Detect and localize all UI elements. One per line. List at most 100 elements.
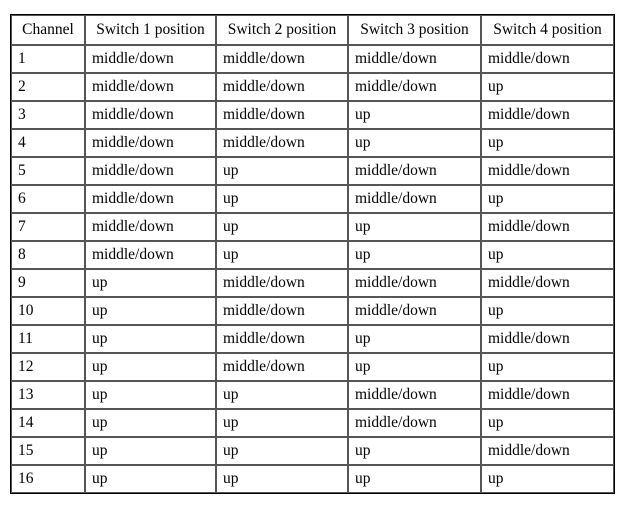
table-row: 10 up middle/down middle/down up [11, 297, 614, 325]
cell-switch-3: middle/down [348, 409, 481, 437]
cell-channel: 8 [11, 241, 85, 269]
column-header-switch-2: Switch 2 position [216, 15, 348, 45]
table-row: 13 up up middle/down middle/down [11, 381, 614, 409]
cell-switch-1: up [85, 297, 216, 325]
cell-switch-2: up [216, 241, 348, 269]
cell-switch-3: up [348, 325, 481, 353]
cell-switch-3: middle/down [348, 269, 481, 297]
cell-switch-4: middle/down [481, 437, 614, 465]
cell-switch-4: up [481, 465, 614, 493]
cell-channel: 10 [11, 297, 85, 325]
cell-switch-1: middle/down [85, 213, 216, 241]
cell-channel: 4 [11, 129, 85, 157]
cell-switch-2: middle/down [216, 297, 348, 325]
table-body: 1 middle/down middle/down middle/down mi… [11, 45, 614, 493]
table-row: 15 up up up middle/down [11, 437, 614, 465]
table-row: 11 up middle/down up middle/down [11, 325, 614, 353]
cell-channel: 15 [11, 437, 85, 465]
cell-switch-4: up [481, 353, 614, 381]
cell-switch-1: middle/down [85, 157, 216, 185]
cell-switch-4: up [481, 409, 614, 437]
cell-switch-4: up [481, 129, 614, 157]
cell-switch-2: up [216, 409, 348, 437]
cell-channel: 2 [11, 73, 85, 101]
table-row: 6 middle/down up middle/down up [11, 185, 614, 213]
cell-switch-1: middle/down [85, 241, 216, 269]
cell-switch-1: up [85, 325, 216, 353]
cell-switch-4: up [481, 185, 614, 213]
cell-switch-1: middle/down [85, 101, 216, 129]
cell-switch-3: up [348, 213, 481, 241]
cell-switch-1: middle/down [85, 73, 216, 101]
cell-switch-2: up [216, 157, 348, 185]
table-row: 3 middle/down middle/down up middle/down [11, 101, 614, 129]
cell-switch-1: middle/down [85, 45, 216, 73]
column-header-channel: Channel [11, 15, 85, 45]
cell-switch-3: middle/down [348, 185, 481, 213]
switch-position-table: Channel Switch 1 position Switch 2 posit… [10, 14, 615, 494]
cell-switch-3: middle/down [348, 381, 481, 409]
cell-channel: 1 [11, 45, 85, 73]
cell-switch-4: up [481, 73, 614, 101]
cell-switch-4: middle/down [481, 325, 614, 353]
cell-switch-2: middle/down [216, 325, 348, 353]
cell-switch-4: middle/down [481, 101, 614, 129]
table-row: 2 middle/down middle/down middle/down up [11, 73, 614, 101]
cell-switch-1: up [85, 269, 216, 297]
cell-channel: 12 [11, 353, 85, 381]
cell-channel: 16 [11, 465, 85, 493]
cell-switch-4: middle/down [481, 381, 614, 409]
cell-switch-3: up [348, 465, 481, 493]
cell-channel: 7 [11, 213, 85, 241]
cell-switch-1: up [85, 465, 216, 493]
cell-switch-2: middle/down [216, 353, 348, 381]
cell-switch-3: middle/down [348, 73, 481, 101]
table-row: 16 up up up up [11, 465, 614, 493]
cell-channel: 14 [11, 409, 85, 437]
cell-channel: 3 [11, 101, 85, 129]
switch-table-container: Channel Switch 1 position Switch 2 posit… [10, 14, 615, 494]
cell-switch-4: middle/down [481, 213, 614, 241]
table-row: 1 middle/down middle/down middle/down mi… [11, 45, 614, 73]
table-row: 14 up up middle/down up [11, 409, 614, 437]
table-header-row: Channel Switch 1 position Switch 2 posit… [11, 15, 614, 45]
cell-switch-4: middle/down [481, 45, 614, 73]
cell-switch-1: up [85, 437, 216, 465]
cell-switch-3: up [348, 129, 481, 157]
cell-switch-1: up [85, 353, 216, 381]
cell-switch-3: middle/down [348, 157, 481, 185]
cell-switch-4: up [481, 297, 614, 325]
cell-switch-2: middle/down [216, 129, 348, 157]
column-header-switch-1: Switch 1 position [85, 15, 216, 45]
table-row: 12 up middle/down up up [11, 353, 614, 381]
table-row: 7 middle/down up up middle/down [11, 213, 614, 241]
table-header: Channel Switch 1 position Switch 2 posit… [11, 15, 614, 45]
cell-switch-3: up [348, 101, 481, 129]
cell-channel: 5 [11, 157, 85, 185]
cell-channel: 9 [11, 269, 85, 297]
cell-switch-3: up [348, 353, 481, 381]
cell-channel: 11 [11, 325, 85, 353]
cell-switch-2: middle/down [216, 45, 348, 73]
cell-switch-3: middle/down [348, 297, 481, 325]
cell-switch-2: middle/down [216, 73, 348, 101]
cell-switch-2: up [216, 437, 348, 465]
table-row: 8 middle/down up up up [11, 241, 614, 269]
cell-switch-2: up [216, 185, 348, 213]
cell-switch-4: middle/down [481, 157, 614, 185]
cell-switch-3: middle/down [348, 45, 481, 73]
table-row: 5 middle/down up middle/down middle/down [11, 157, 614, 185]
cell-switch-4: up [481, 241, 614, 269]
cell-switch-2: up [216, 381, 348, 409]
cell-switch-3: up [348, 437, 481, 465]
table-row: 4 middle/down middle/down up up [11, 129, 614, 157]
cell-switch-2: up [216, 213, 348, 241]
cell-switch-1: up [85, 381, 216, 409]
cell-switch-1: middle/down [85, 185, 216, 213]
cell-switch-1: up [85, 409, 216, 437]
cell-switch-2: up [216, 465, 348, 493]
column-header-switch-3: Switch 3 position [348, 15, 481, 45]
cell-switch-2: middle/down [216, 269, 348, 297]
table-row: 9 up middle/down middle/down middle/down [11, 269, 614, 297]
cell-switch-2: middle/down [216, 101, 348, 129]
